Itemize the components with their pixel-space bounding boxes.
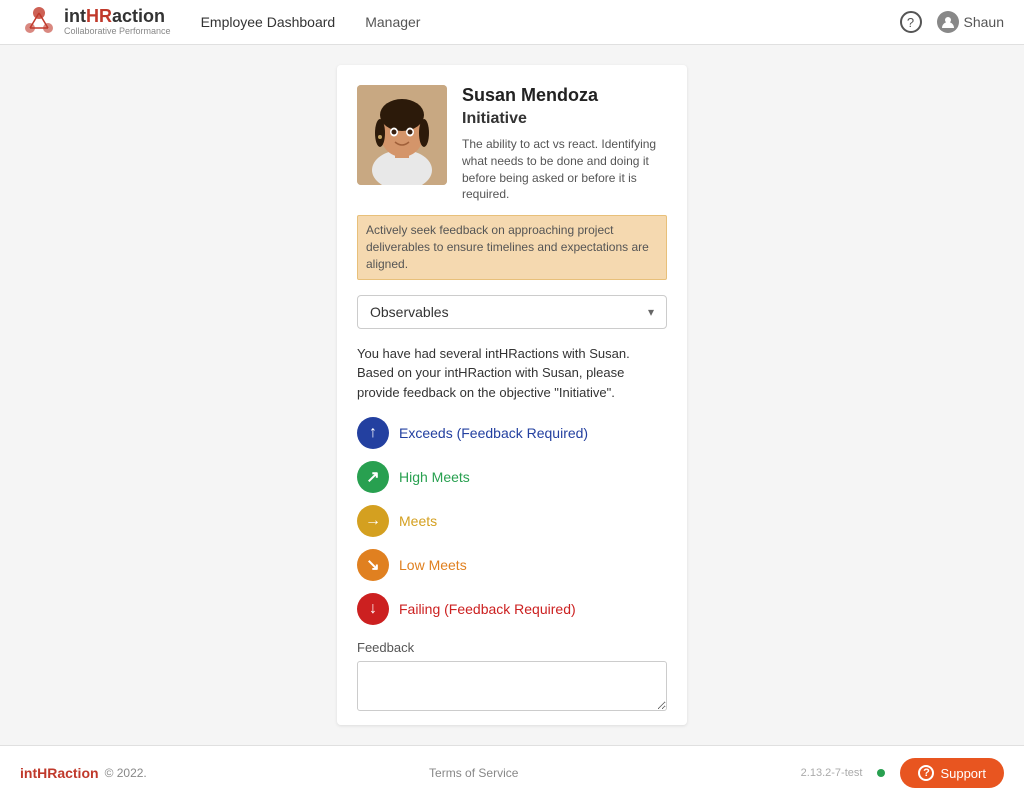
footer-copyright: © 2022. [105, 766, 147, 780]
app-footer: intHRaction © 2022. Terms of Service 2.1… [0, 745, 1024, 800]
status-dot [877, 769, 885, 777]
user-avatar-icon [937, 11, 959, 33]
objective-description: The ability to act vs react. Identifying… [462, 136, 667, 203]
instruction-text: You have had several intHRactions with S… [357, 344, 667, 403]
rating-circle-high-meets: ↗ [357, 461, 389, 493]
chevron-down-icon: ▾ [648, 305, 654, 319]
profile-info: Susan Mendoza Initiative The ability to … [462, 85, 667, 203]
employee-name: Susan Mendoza [462, 85, 667, 106]
feedback-textarea[interactable] [357, 661, 667, 711]
observables-dropdown[interactable]: Observables ▾ [357, 295, 667, 329]
footer-right: 2.13.2-7-test ? Support [801, 758, 1004, 788]
highlighted-prompt: Actively seek feedback on approaching pr… [357, 215, 667, 279]
nav-employee-dashboard[interactable]: Employee Dashboard [201, 14, 336, 30]
support-button[interactable]: ? Support [900, 758, 1004, 788]
version-text: 2.13.2-7-test [801, 767, 863, 779]
support-question-icon: ? [918, 765, 934, 781]
rating-options: ↑ Exceeds (Feedback Required) ↗ High Mee… [357, 417, 667, 625]
rating-circle-exceeds: ↑ [357, 417, 389, 449]
rating-label-low-meets: Low Meets [399, 557, 467, 573]
footer-brand: intHRaction [20, 765, 99, 781]
rating-circle-failing: ↓ [357, 593, 389, 625]
header-right: ? Shaun [900, 11, 1004, 33]
user-menu[interactable]: Shaun [937, 11, 1004, 33]
logo-text: intHRaction [64, 7, 171, 27]
rating-label-meets: Meets [399, 513, 437, 529]
objective-title: Initiative [462, 110, 667, 128]
rating-exceeds[interactable]: ↑ Exceeds (Feedback Required) [357, 417, 667, 449]
logo-icon [20, 3, 58, 41]
app-header: intHRaction Collaborative Performance Em… [0, 0, 1024, 45]
logo[interactable]: intHRaction Collaborative Performance [20, 3, 171, 41]
main-content: Susan Mendoza Initiative The ability to … [0, 45, 1024, 745]
observables-dropdown-label: Observables [370, 304, 449, 320]
footer-links: Terms of Service [429, 766, 518, 780]
footer-left: intHRaction © 2022. [20, 765, 147, 781]
rating-failing[interactable]: ↓ Failing (Feedback Required) [357, 593, 667, 625]
rating-label-high-meets: High Meets [399, 469, 470, 485]
main-nav: Employee Dashboard Manager [201, 14, 900, 30]
rating-circle-low-meets: ↘ [357, 549, 389, 581]
rating-label-failing: Failing (Feedback Required) [399, 601, 576, 617]
profile-photo-svg [357, 85, 447, 185]
rating-circle-meets: → [357, 505, 389, 537]
rating-label-exceeds: Exceeds (Feedback Required) [399, 425, 588, 441]
terms-of-service-link[interactable]: Terms of Service [429, 766, 518, 780]
rating-low-meets[interactable]: ↘ Low Meets [357, 549, 667, 581]
help-icon[interactable]: ? [900, 11, 922, 33]
nav-manager[interactable]: Manager [365, 14, 420, 30]
profile-photo [357, 85, 447, 185]
logo-subtitle: Collaborative Performance [64, 27, 171, 37]
feedback-card: Susan Mendoza Initiative The ability to … [337, 65, 687, 725]
rating-high-meets[interactable]: ↗ High Meets [357, 461, 667, 493]
feedback-label: Feedback [357, 640, 667, 655]
profile-section: Susan Mendoza Initiative The ability to … [357, 85, 667, 203]
rating-meets[interactable]: → Meets [357, 505, 667, 537]
user-name: Shaun [964, 14, 1004, 30]
